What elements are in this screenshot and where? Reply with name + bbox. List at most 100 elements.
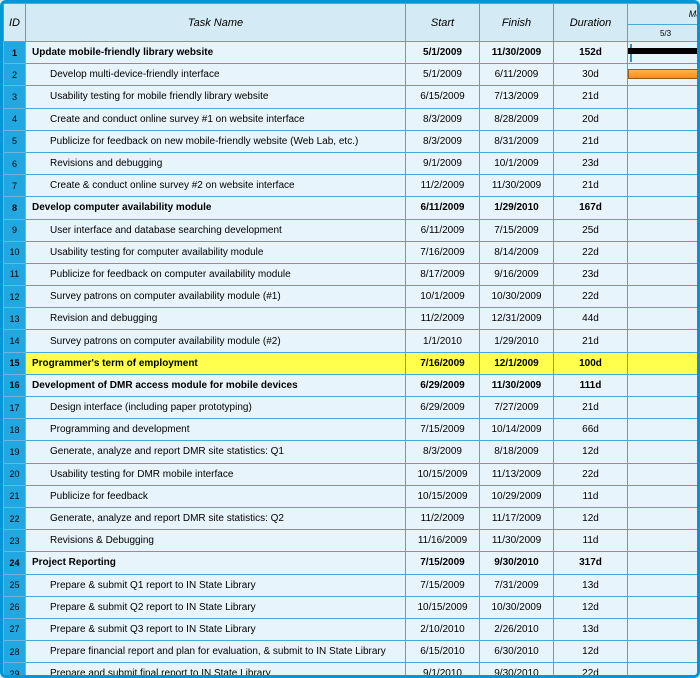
task-name-cell[interactable]: User interface and database searching de… xyxy=(26,219,406,241)
table-row[interactable]: 14Survey patrons on computer availabilit… xyxy=(4,330,700,352)
row-id-cell[interactable]: 2 xyxy=(4,64,26,86)
gantt-cell xyxy=(628,42,700,64)
row-id-cell[interactable]: 24 xyxy=(4,552,26,574)
table-row[interactable]: 28Prepare financial report and plan for … xyxy=(4,641,700,663)
table-row[interactable]: 13Revision and debugging11/2/200912/31/2… xyxy=(4,308,700,330)
table-row[interactable]: 27Prepare & submit Q3 report to IN State… xyxy=(4,618,700,640)
task-name-cell[interactable]: Programming and development xyxy=(26,419,406,441)
table-row[interactable]: 5Publicize for feedback on new mobile-fr… xyxy=(4,130,700,152)
row-id-cell[interactable]: 20 xyxy=(4,463,26,485)
task-name-cell[interactable]: Development of DMR access module for mob… xyxy=(26,374,406,396)
task-name-cell[interactable]: Create and conduct online survey #1 on w… xyxy=(26,108,406,130)
row-id-cell[interactable]: 6 xyxy=(4,152,26,174)
table-row[interactable]: 29Prepare and submit final report to IN … xyxy=(4,663,700,678)
table-row[interactable]: 23Revisions & Debugging11/16/200911/30/2… xyxy=(4,530,700,552)
table-row[interactable]: 21Publicize for feedback10/15/200910/29/… xyxy=(4,485,700,507)
task-name-cell[interactable]: Usability testing for mobile friendly li… xyxy=(26,86,406,108)
row-id-cell[interactable]: 26 xyxy=(4,596,26,618)
table-row[interactable]: 6Revisions and debugging9/1/200910/1/200… xyxy=(4,152,700,174)
table-row[interactable]: 25Prepare & submit Q1 report to IN State… xyxy=(4,574,700,596)
header-id[interactable]: ID xyxy=(4,4,26,42)
task-name-cell[interactable]: Publicize for feedback on new mobile-fri… xyxy=(26,130,406,152)
task-name-cell[interactable]: Publicize for feedback xyxy=(26,485,406,507)
header-finish[interactable]: Finish xyxy=(480,4,554,42)
table-row[interactable]: 1Update mobile-friendly library website5… xyxy=(4,42,700,64)
table-row[interactable]: 11Publicize for feedback on computer ava… xyxy=(4,263,700,285)
task-name-cell[interactable]: Develop multi-device-friendly interface xyxy=(26,64,406,86)
finish-cell: 10/30/2009 xyxy=(480,286,554,308)
table-row[interactable]: 12Survey patrons on computer availabilit… xyxy=(4,286,700,308)
row-id-cell[interactable]: 3 xyxy=(4,86,26,108)
task-name-cell[interactable]: Prepare & submit Q3 report to IN State L… xyxy=(26,618,406,640)
table-row[interactable]: 19Generate, analyze and report DMR site … xyxy=(4,441,700,463)
table-row[interactable]: 8Develop computer availability module6/1… xyxy=(4,197,700,219)
row-id-cell[interactable]: 1 xyxy=(4,42,26,64)
row-id-cell[interactable]: 27 xyxy=(4,618,26,640)
table-row[interactable]: 3Usability testing for mobile friendly l… xyxy=(4,86,700,108)
table-row[interactable]: 22Generate, analyze and report DMR site … xyxy=(4,507,700,529)
task-name-cell[interactable]: Survey patrons on computer availability … xyxy=(26,330,406,352)
task-name-cell[interactable]: Project Reporting xyxy=(26,552,406,574)
table-row[interactable]: 15Programmer's term of employment7/16/20… xyxy=(4,352,700,374)
gantt-cell xyxy=(628,419,700,441)
table-row[interactable]: 16Development of DMR access module for m… xyxy=(4,374,700,396)
task-name-cell[interactable]: Generate, analyze and report DMR site st… xyxy=(26,507,406,529)
row-id-cell[interactable]: 28 xyxy=(4,641,26,663)
table-row[interactable]: 4Create and conduct online survey #1 on … xyxy=(4,108,700,130)
row-id-cell[interactable]: 10 xyxy=(4,241,26,263)
task-name-cell[interactable]: Update mobile-friendly library website xyxy=(26,42,406,64)
row-id-cell[interactable]: 21 xyxy=(4,485,26,507)
row-id-cell[interactable]: 7 xyxy=(4,175,26,197)
table-row[interactable]: 24Project Reporting7/15/20099/30/2010317… xyxy=(4,552,700,574)
row-id-cell[interactable]: 17 xyxy=(4,397,26,419)
header-gantt-month[interactable]: May 20 xyxy=(628,4,700,25)
task-name-cell[interactable]: Revisions and debugging xyxy=(26,152,406,174)
table-row[interactable]: 26Prepare & submit Q2 report to IN State… xyxy=(4,596,700,618)
task-name-cell[interactable]: Prepare financial report and plan for ev… xyxy=(26,641,406,663)
row-id-cell[interactable]: 25 xyxy=(4,574,26,596)
row-id-cell[interactable]: 5 xyxy=(4,130,26,152)
task-name-cell[interactable]: Usability testing for computer availabil… xyxy=(26,241,406,263)
row-id-cell[interactable]: 22 xyxy=(4,507,26,529)
task-name-cell[interactable]: Prepare & submit Q2 report to IN State L… xyxy=(26,596,406,618)
table-row[interactable]: 10Usability testing for computer availab… xyxy=(4,241,700,263)
row-id-cell[interactable]: 23 xyxy=(4,530,26,552)
table-row[interactable]: 17Design interface (including paper prot… xyxy=(4,397,700,419)
task-name-cell[interactable]: Revisions & Debugging xyxy=(26,530,406,552)
row-id-cell[interactable]: 13 xyxy=(4,308,26,330)
row-id-cell[interactable]: 11 xyxy=(4,263,26,285)
row-id-cell[interactable]: 29 xyxy=(4,663,26,678)
task-name-cell[interactable]: Revision and debugging xyxy=(26,308,406,330)
header-gantt-sub1[interactable]: 5/3 xyxy=(628,25,700,42)
duration-cell: 12d xyxy=(554,507,628,529)
table-row[interactable]: 20Usability testing for DMR mobile inter… xyxy=(4,463,700,485)
table-row[interactable]: 7Create & conduct online survey #2 on we… xyxy=(4,175,700,197)
gantt-cell xyxy=(628,86,700,108)
row-id-cell[interactable]: 4 xyxy=(4,108,26,130)
row-id-cell[interactable]: 18 xyxy=(4,419,26,441)
table-row[interactable]: 9User interface and database searching d… xyxy=(4,219,700,241)
task-name-cell[interactable]: Survey patrons on computer availability … xyxy=(26,286,406,308)
finish-cell: 12/31/2009 xyxy=(480,308,554,330)
row-id-cell[interactable]: 15 xyxy=(4,352,26,374)
row-id-cell[interactable]: 19 xyxy=(4,441,26,463)
task-name-cell[interactable]: Design interface (including paper protot… xyxy=(26,397,406,419)
row-id-cell[interactable]: 12 xyxy=(4,286,26,308)
task-name-cell[interactable]: Create & conduct online survey #2 on web… xyxy=(26,175,406,197)
table-row[interactable]: 2Develop multi-device-friendly interface… xyxy=(4,64,700,86)
header-task-name[interactable]: Task Name xyxy=(26,4,406,42)
task-name-cell[interactable]: Prepare and submit final report to IN St… xyxy=(26,663,406,678)
row-id-cell[interactable]: 8 xyxy=(4,197,26,219)
table-row[interactable]: 18Programming and development7/15/200910… xyxy=(4,419,700,441)
task-name-cell[interactable]: Prepare & submit Q1 report to IN State L… xyxy=(26,574,406,596)
header-duration[interactable]: Duration xyxy=(554,4,628,42)
task-name-cell[interactable]: Develop computer availability module xyxy=(26,197,406,219)
task-name-cell[interactable]: Generate, analyze and report DMR site st… xyxy=(26,441,406,463)
row-id-cell[interactable]: 14 xyxy=(4,330,26,352)
task-name-cell[interactable]: Publicize for feedback on computer avail… xyxy=(26,263,406,285)
row-id-cell[interactable]: 16 xyxy=(4,374,26,396)
task-name-cell[interactable]: Programmer's term of employment xyxy=(26,352,406,374)
task-name-cell[interactable]: Usability testing for DMR mobile interfa… xyxy=(26,463,406,485)
header-start[interactable]: Start xyxy=(406,4,480,42)
row-id-cell[interactable]: 9 xyxy=(4,219,26,241)
